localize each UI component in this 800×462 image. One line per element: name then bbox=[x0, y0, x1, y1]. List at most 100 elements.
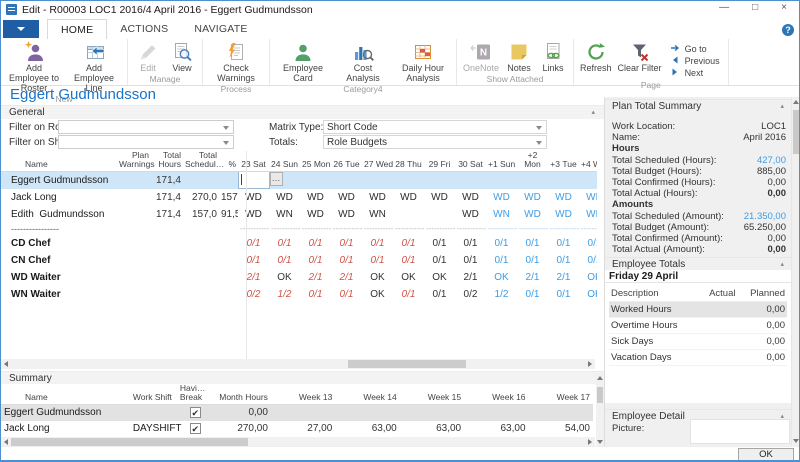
day-cell[interactable]: 0/1 bbox=[331, 252, 362, 269]
onenote-button[interactable]: NOneNote bbox=[460, 40, 502, 73]
summary-column-header[interactable]: Week 17 bbox=[529, 384, 593, 405]
day-column-header[interactable]: +2Mon bbox=[517, 151, 548, 172]
tab-home[interactable]: HOME bbox=[47, 19, 107, 39]
et-column-header[interactable]: Description bbox=[609, 286, 699, 302]
day-cell[interactable] bbox=[300, 172, 331, 189]
day-cell[interactable]: WD bbox=[362, 189, 393, 206]
summary-value[interactable]: 21.350,00 bbox=[744, 211, 786, 222]
day-cell[interactable] bbox=[393, 172, 424, 189]
notes-button[interactable]: Notes bbox=[502, 40, 536, 73]
month-hours-cell[interactable]: 270,00 bbox=[214, 421, 271, 437]
scroll-left-icon[interactable] bbox=[4, 439, 8, 445]
grid-cell[interactable] bbox=[151, 286, 183, 303]
day-column-header[interactable]: 28 Thu bbox=[393, 151, 424, 172]
scrollbar-thumb[interactable] bbox=[597, 387, 603, 403]
app-menu-button[interactable] bbox=[3, 20, 39, 38]
day-cell[interactable]: 0/1 bbox=[362, 235, 393, 252]
summary-column-header[interactable]: Week 16 bbox=[464, 384, 528, 405]
day-cell[interactable]: WD bbox=[300, 189, 331, 206]
checkbox-checked-icon[interactable]: ✔ bbox=[190, 407, 201, 418]
day-cell[interactable]: WD bbox=[238, 189, 269, 206]
day-column-header[interactable]: 30 Sat bbox=[455, 151, 486, 172]
links-button[interactable]: Links bbox=[536, 40, 570, 73]
day-cell[interactable]: WD bbox=[393, 189, 424, 206]
summary-value[interactable]: 427,00 bbox=[757, 155, 786, 166]
day-cell[interactable]: 2/1 bbox=[238, 269, 269, 286]
day-column-header[interactable]: +1 Sun bbox=[486, 151, 517, 172]
day-cell[interactable]: 0/1 bbox=[300, 252, 331, 269]
employee-name-cell[interactable]: Edith Gudmundsson bbox=[1, 206, 117, 223]
day-cell[interactable]: WD bbox=[455, 189, 486, 206]
scrollbar-thumb[interactable] bbox=[793, 110, 799, 154]
day-cell[interactable]: 0/1 bbox=[300, 286, 331, 303]
column-header-name[interactable]: Name bbox=[1, 151, 117, 172]
scroll-up-icon[interactable] bbox=[597, 376, 603, 380]
day-cell[interactable]: OK bbox=[362, 269, 393, 286]
help-icon[interactable]: ? bbox=[782, 24, 794, 36]
day-cell[interactable]: 0/1 bbox=[393, 235, 424, 252]
week-hours-cell[interactable] bbox=[271, 405, 335, 421]
having-break-cell[interactable]: ✔ bbox=[177, 405, 214, 421]
day-cell[interactable]: OK bbox=[579, 269, 597, 286]
day-cell[interactable]: OK bbox=[579, 286, 597, 303]
collapse-icon[interactable]: ▴ bbox=[591, 108, 595, 116]
day-cell[interactable]: 0/1 bbox=[362, 252, 393, 269]
day-column-header[interactable]: 26 Tue bbox=[331, 151, 362, 172]
week-hours-cell[interactable]: 63,00 bbox=[464, 421, 528, 437]
having-break-cell[interactable]: ✔ bbox=[177, 421, 214, 437]
cell-editor[interactable] bbox=[239, 172, 269, 188]
day-cell[interactable]: 0/2 bbox=[455, 286, 486, 303]
grid-cell[interactable] bbox=[117, 252, 151, 269]
day-cell[interactable]: 0/1 bbox=[517, 286, 548, 303]
day-cell[interactable]: WD bbox=[331, 189, 362, 206]
grid-cell[interactable] bbox=[219, 269, 238, 286]
factbox-vertical-scrollbar[interactable] bbox=[791, 97, 800, 446]
day-cell[interactable]: 0/1 bbox=[238, 235, 269, 252]
day-cell[interactable]: 0/1 bbox=[579, 252, 597, 269]
grid-cell[interactable]: 171,4 bbox=[151, 172, 183, 189]
filter-on-shift-input[interactable] bbox=[58, 135, 234, 149]
day-cell[interactable]: 2/1 bbox=[517, 269, 548, 286]
day-cell[interactable] bbox=[517, 172, 548, 189]
day-cell[interactable]: WD bbox=[300, 206, 331, 223]
daily-hour-analysis-button[interactable]: Daily Hour Analysis bbox=[393, 40, 453, 83]
day-cell[interactable]: 0/1 bbox=[455, 252, 486, 269]
day-cell[interactable]: 0/1 bbox=[548, 252, 579, 269]
summary-column-header[interactable]: Week 13 bbox=[271, 384, 335, 405]
maximize-button[interactable]: □ bbox=[752, 2, 758, 13]
day-cell[interactable]: WD bbox=[424, 189, 455, 206]
et-row[interactable]: Sick Days0,00 bbox=[609, 334, 787, 350]
summary-column-header[interactable]: Month Hours bbox=[214, 384, 271, 405]
grid-cell[interactable]: 91,58 bbox=[219, 206, 238, 223]
grid-cell[interactable] bbox=[183, 172, 219, 189]
refresh-button[interactable]: Refresh bbox=[577, 40, 615, 73]
assist-edit-button[interactable]: … bbox=[270, 172, 283, 186]
month-hours-cell[interactable]: 0,00 bbox=[214, 405, 271, 421]
edit-button[interactable]: Edit bbox=[131, 40, 165, 73]
day-cell[interactable]: 0/1 bbox=[517, 235, 548, 252]
day-cell[interactable]: 1/2 bbox=[269, 286, 300, 303]
day-cell[interactable]: ----------- bbox=[548, 223, 579, 235]
employee-name-cell[interactable]: Jack Long bbox=[1, 189, 117, 206]
day-cell[interactable]: WD bbox=[579, 189, 597, 206]
week-hours-cell[interactable]: 63,00 bbox=[400, 421, 464, 437]
day-column-header[interactable]: 29 Fri bbox=[424, 151, 455, 172]
grid-cell[interactable]: 171,4 bbox=[151, 189, 183, 206]
summary-column-header[interactable]: Week 14 bbox=[335, 384, 399, 405]
scrollbar-thumb[interactable] bbox=[11, 438, 248, 446]
grid-cell[interactable] bbox=[219, 252, 238, 269]
day-cell[interactable]: 0/1 bbox=[486, 252, 517, 269]
scroll-right-icon[interactable] bbox=[588, 361, 592, 367]
day-cell[interactable]: OK bbox=[269, 269, 300, 286]
tab-navigate[interactable]: NAVIGATE bbox=[181, 19, 260, 39]
day-cell[interactable]: 0/1 bbox=[548, 235, 579, 252]
grid-cell[interactable] bbox=[183, 223, 219, 235]
et-column-header[interactable]: Planned bbox=[737, 286, 787, 302]
day-cell[interactable] bbox=[424, 206, 455, 223]
day-cell[interactable]: ----------- bbox=[300, 223, 331, 235]
employee-name-cell[interactable]: Eggert Gudmundsson bbox=[1, 405, 130, 421]
scroll-down-icon[interactable] bbox=[793, 439, 799, 443]
day-cell[interactable]: 0/1 bbox=[424, 252, 455, 269]
work-shift-cell[interactable]: DAYSHIFT bbox=[130, 421, 177, 437]
checkbox-checked-icon[interactable]: ✔ bbox=[190, 423, 201, 434]
